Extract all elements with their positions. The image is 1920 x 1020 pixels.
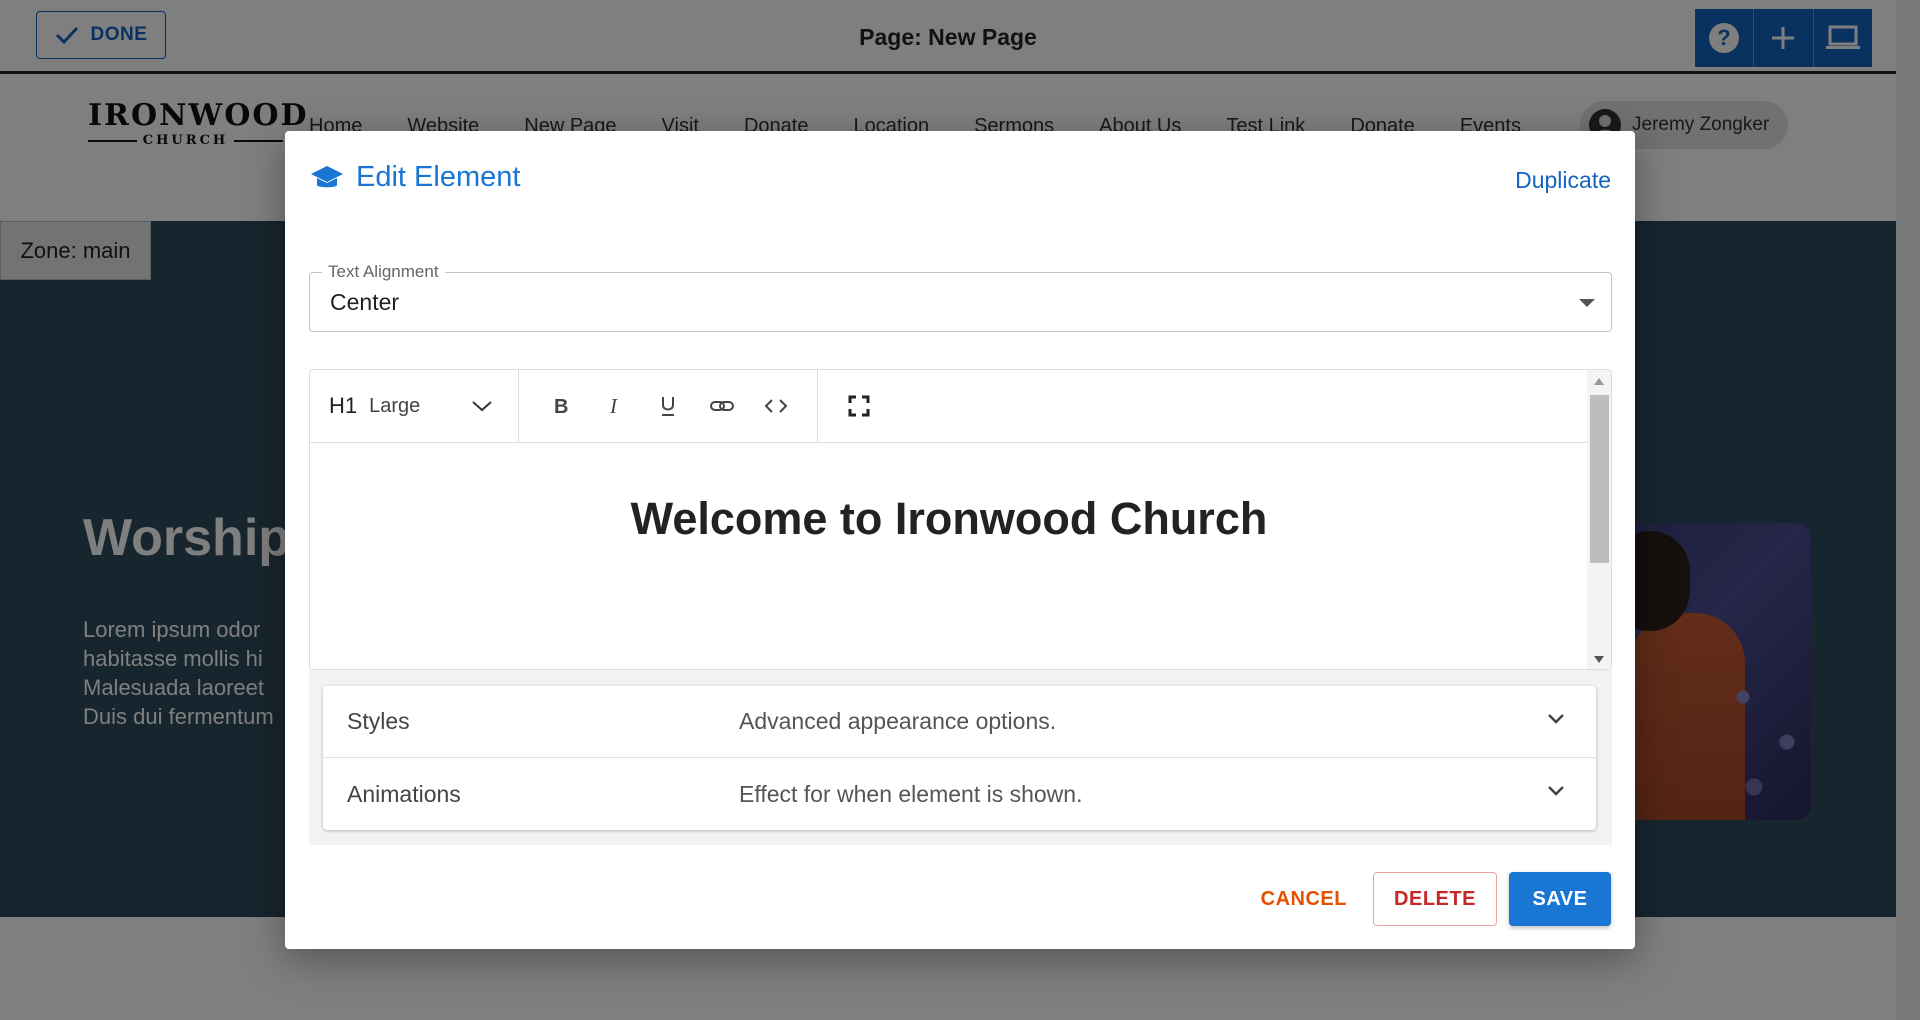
fullscreen-group (818, 370, 886, 442)
cancel-button[interactable]: CANCEL (1247, 872, 1361, 926)
fullscreen-icon (848, 395, 870, 417)
accordion-styles[interactable]: Styles Advanced appearance options. (323, 686, 1596, 758)
bold-button[interactable]: B (533, 379, 587, 433)
scroll-up-icon[interactable] (1594, 378, 1604, 385)
expand-more-icon (1548, 714, 1564, 724)
italic-icon: I (609, 396, 618, 416)
text-alignment-select[interactable]: Text Alignment Center (309, 262, 1612, 332)
svg-text:B: B (554, 396, 568, 416)
expand-more-icon (1548, 786, 1564, 796)
format-buttons: B I (519, 370, 818, 442)
svg-text:I: I (609, 396, 618, 416)
code-icon (764, 399, 788, 413)
duplicate-link[interactable]: Duplicate (1515, 167, 1611, 194)
accordion-container: Styles Advanced appearance options. Anim… (309, 670, 1612, 845)
link-button[interactable] (695, 379, 749, 433)
italic-button[interactable]: I (587, 379, 641, 433)
accordion-title: Animations (347, 780, 461, 807)
dialog-title: Edit Element (310, 161, 520, 194)
code-button[interactable] (749, 379, 803, 433)
accordion-title: Styles (347, 708, 410, 734)
editor-scrollbar[interactable] (1587, 370, 1611, 669)
accordion-description: Effect for when element is shown. (739, 780, 1083, 807)
heading-size: Large (369, 394, 421, 417)
text-alignment-value: Center (330, 289, 400, 315)
options-accordion: Styles Advanced appearance options. Anim… (323, 686, 1596, 830)
dialog-actions: CANCEL DELETE SAVE (1247, 872, 1611, 926)
edit-element-dialog: Edit Element Duplicate Text Alignment Ce… (285, 131, 1635, 949)
accordion-description: Advanced appearance options. (739, 708, 1057, 734)
chevron-down-icon (472, 401, 492, 412)
accordion-animations[interactable]: Animations Effect for when element is sh… (323, 758, 1596, 830)
editor-content-area[interactable]: Welcome to Ironwood Church (310, 443, 1588, 669)
underline-button[interactable] (641, 379, 695, 433)
heading-size-select[interactable]: H1 Large (310, 370, 519, 442)
rich-text-editor: H1 Large B I Welcome to Ironwood Church (309, 369, 1612, 670)
link-icon (710, 401, 734, 411)
underline-icon (662, 397, 674, 416)
fullscreen-button[interactable] (832, 379, 886, 433)
dialog-title-text: Edit Element (356, 161, 521, 193)
editor-toolbar: H1 Large B I (310, 370, 1588, 443)
dropdown-arrow-icon (1579, 299, 1595, 307)
editor-heading[interactable]: Welcome to Ironwood Church (310, 493, 1588, 545)
scroll-down-icon[interactable] (1594, 656, 1604, 663)
scroll-thumb[interactable] (1590, 395, 1609, 563)
save-button[interactable]: SAVE (1509, 872, 1611, 926)
graduation-cap-icon (311, 165, 343, 187)
heading-tag: H1 (329, 393, 358, 418)
bold-icon: B (554, 396, 568, 416)
text-alignment-label: Text Alignment (322, 262, 445, 282)
delete-button[interactable]: DELETE (1373, 872, 1497, 926)
